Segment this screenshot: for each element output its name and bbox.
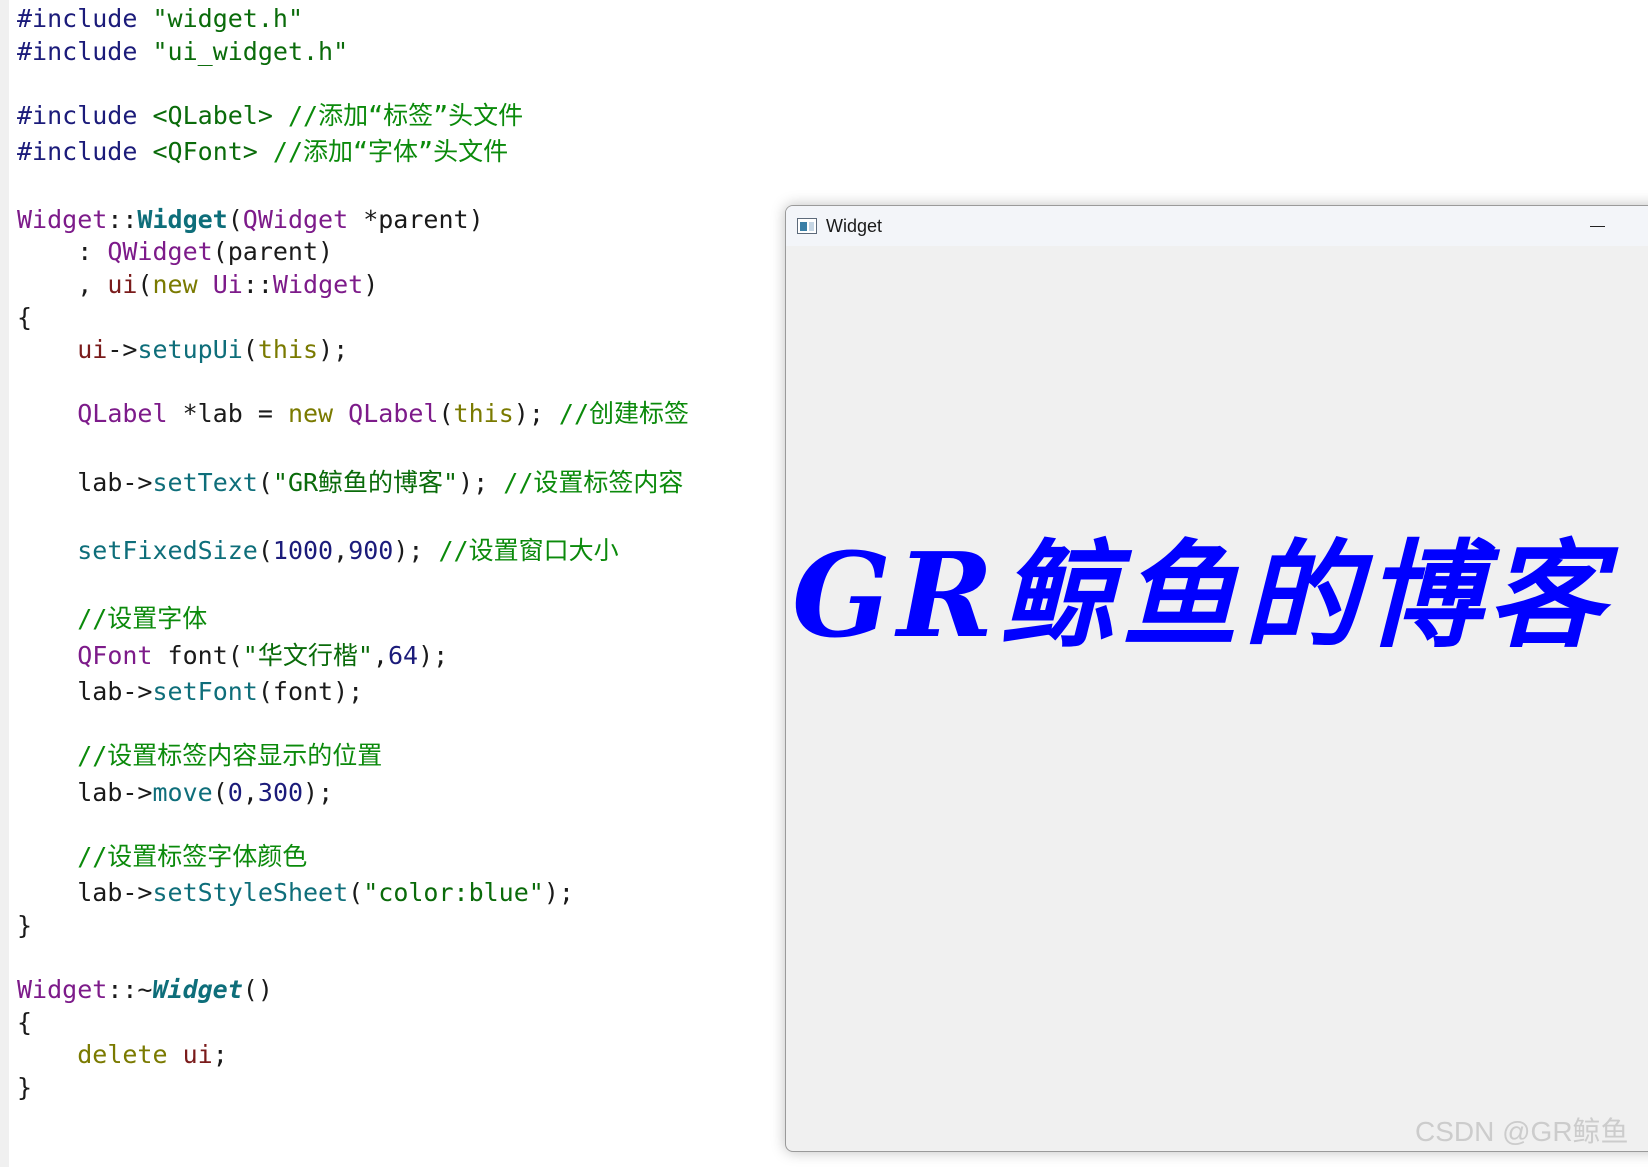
widget-window[interactable]: Widget GR鲸鱼的博客 xyxy=(785,205,1648,1152)
window-title: Widget xyxy=(826,216,883,236)
code-line-19: //设置字体 xyxy=(17,604,208,633)
code-line-5: #include <QFont> //添加“字体”头文件 xyxy=(17,137,509,166)
code-line-9: , ui(new Ui::Widget) xyxy=(17,270,379,299)
code-line-20: QFont font("华文行楷",64); xyxy=(77,641,449,670)
qt-app-icon xyxy=(797,218,817,234)
code-line-23: //设置标签内容显示的位置 xyxy=(17,741,383,770)
code-line-15: lab->setText("GR鲸鱼的博客"); //设置标签内容 xyxy=(77,468,684,497)
code-line-2: #include "ui_widget.h" xyxy=(17,37,349,66)
code-line-10: { xyxy=(17,303,33,332)
code-line-13: QLabel *lab = new QLabel(this); //创建标签 xyxy=(77,399,690,428)
code-line-21: lab->setFont(font); xyxy=(77,677,364,706)
code-line-7: Widget::Widget(QWidget *parent) xyxy=(17,205,484,234)
blog-label: GR鲸鱼的博客 xyxy=(792,528,1610,664)
code-line-24: lab->move(0,300); xyxy=(77,778,334,807)
window-titlebar[interactable]: Widget xyxy=(786,206,1648,246)
code-line-31: { xyxy=(17,1008,33,1037)
code-line-1: #include "widget.h" xyxy=(17,4,303,33)
code-line-17: setFixedSize(1000,900); //设置窗口大小 xyxy=(77,536,619,565)
code-line-30: Widget::~Widget() xyxy=(17,975,273,1004)
code-line-33: } xyxy=(17,1073,33,1102)
code-line-28: } xyxy=(17,911,33,940)
code-line-8: : QWidget(parent) xyxy=(17,237,334,266)
minimize-icon[interactable] xyxy=(1586,218,1610,234)
watermark: CSDN @GR鲸鱼 xyxy=(1415,1116,1629,1147)
code-line-27: lab->setStyleSheet("color:blue"); xyxy=(77,878,574,907)
code-line-32: delete ui; xyxy=(77,1040,228,1069)
code-line-4: #include <QLabel> //添加“标签”头文件 xyxy=(17,101,524,130)
editor-gutter xyxy=(0,0,9,1167)
code-line-11: ui->setupUi(this); xyxy=(77,335,349,364)
code-line-26: //设置标签字体颜色 xyxy=(17,842,308,871)
